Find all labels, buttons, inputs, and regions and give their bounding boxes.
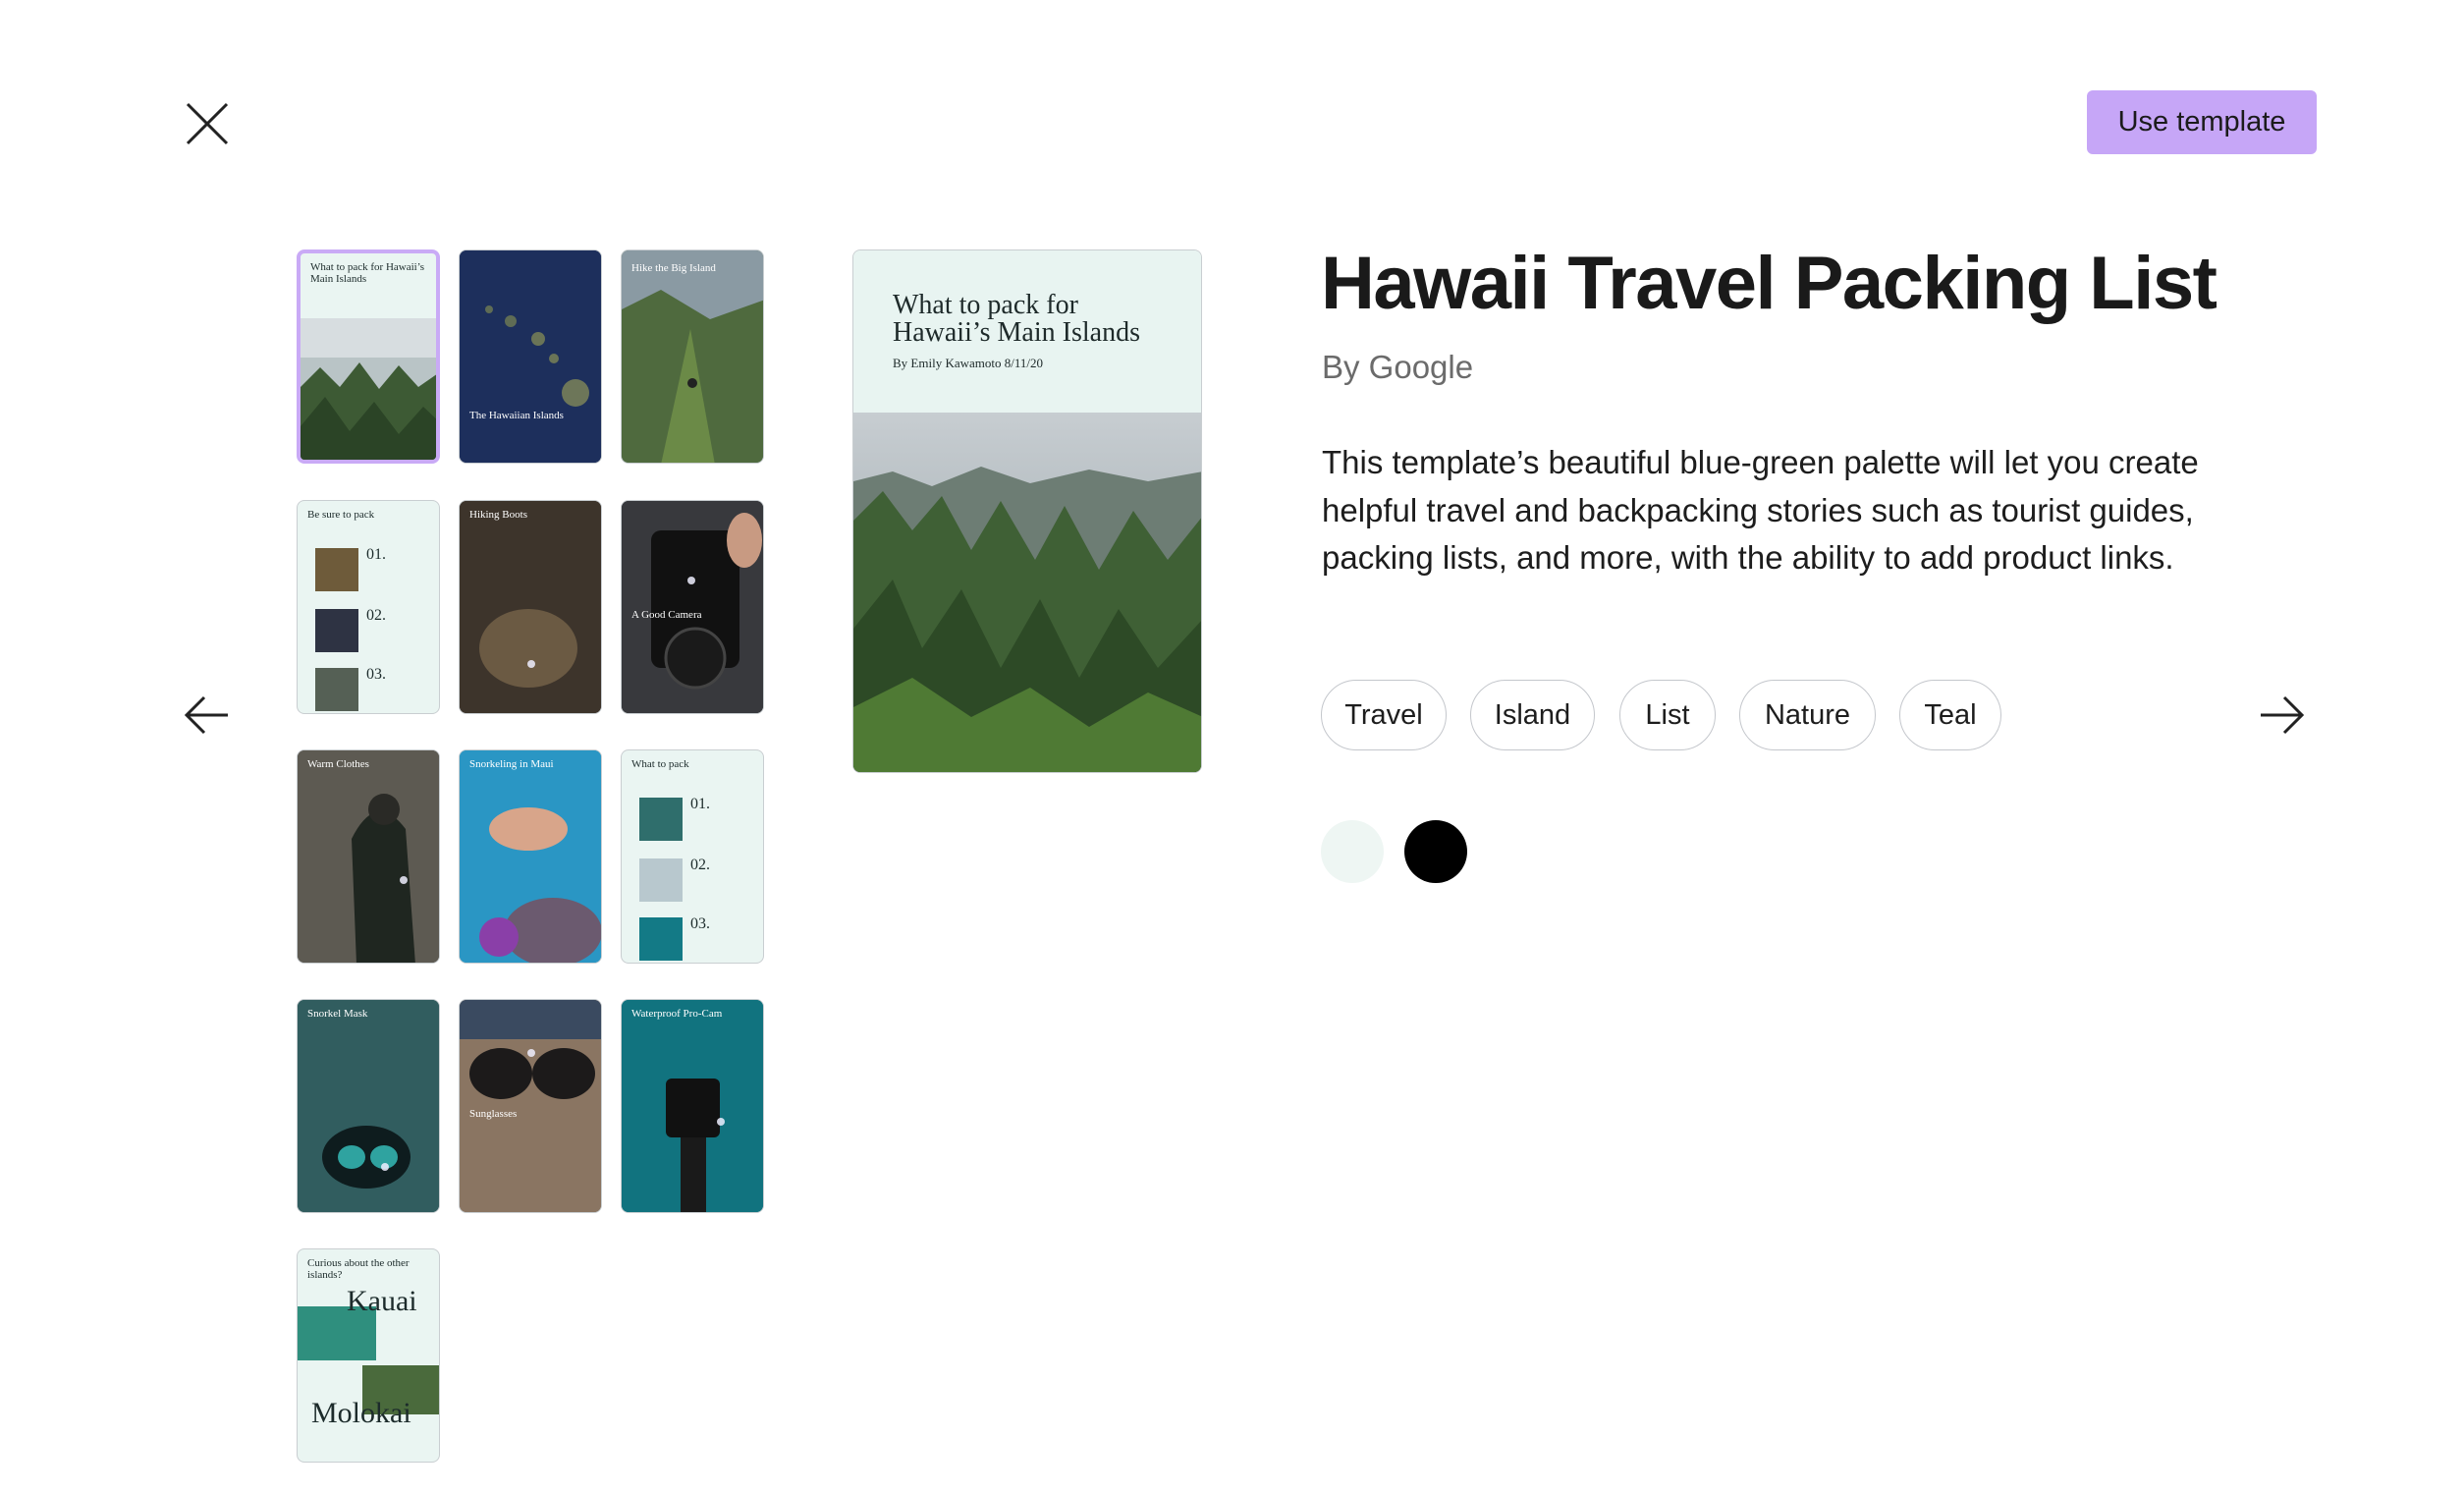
warm-clothes-photo [298, 750, 439, 963]
thumbnail-title: Snorkel Mask [307, 1008, 368, 1020]
camera-photo [622, 501, 763, 713]
list-number: 02. [366, 607, 386, 624]
thumbnail-title: Hiking Boots [469, 509, 527, 521]
close-button[interactable] [182, 98, 233, 149]
tag-island[interactable]: Island [1470, 680, 1595, 750]
clothes-image [315, 668, 358, 711]
mountain-image [301, 318, 436, 460]
sunglasses-photo [460, 1000, 601, 1212]
hiking-ridge-image [622, 250, 763, 463]
thumbnail-page-11[interactable]: Sunglasses [459, 999, 602, 1213]
thumbnail-page-9[interactable]: What to pack 01. 02. 03. [621, 749, 764, 964]
thumbnail-page-3[interactable]: Hike the Big Island [621, 249, 764, 464]
island-name: Kauai [347, 1285, 417, 1317]
next-template-button[interactable] [2257, 690, 2308, 741]
thumbnail-title: What to pack [631, 758, 689, 770]
product-dot[interactable] [527, 1049, 535, 1057]
product-dot[interactable] [400, 876, 408, 884]
thumbnail-title: Snorkeling in Maui [469, 758, 554, 770]
sunglasses-image [639, 858, 683, 902]
thumbnail-page-7[interactable]: Warm Clothes [297, 749, 440, 964]
list-number: 03. [690, 915, 710, 932]
arrow-left-icon [184, 695, 228, 735]
color-swatch-light[interactable] [1321, 820, 1384, 883]
template-preview: What to pack for Hawaii’s Main Islands B… [852, 249, 1202, 773]
island-name: Molokai [311, 1397, 411, 1429]
tag-list[interactable]: List [1619, 680, 1716, 750]
thumbnail-title: Sunglasses [469, 1108, 518, 1120]
thumbnail-page-2[interactable]: The Hawaiian Islands [459, 249, 602, 464]
product-dot[interactable] [381, 1163, 389, 1171]
thumbnail-title: Warm Clothes [307, 758, 369, 770]
tag-nature[interactable]: Nature [1739, 680, 1876, 750]
thumbnail-title: Hike the Big Island [631, 262, 716, 274]
thumbnail-page-5[interactable]: Hiking Boots [459, 500, 602, 714]
thumbnail-page-1[interactable]: What to pack for Hawaii’s Main Islands [297, 249, 440, 464]
snorkeling-photo [460, 750, 601, 963]
thumbnail-page-4[interactable]: Be sure to pack 01. 02. 03. [297, 500, 440, 714]
thumbnail-page-13[interactable]: Curious about the other islands? Kauai M… [297, 1248, 440, 1463]
thumbnail-page-12[interactable]: Waterproof Pro-Cam [621, 999, 764, 1213]
snorkel-mask-image [639, 798, 683, 841]
product-dot[interactable] [687, 577, 695, 584]
camera-image [315, 609, 358, 652]
thumbnail-title: What to pack for Hawaii’s Main Islands [310, 261, 425, 285]
product-dot[interactable] [527, 660, 535, 668]
product-dot[interactable] [717, 1118, 725, 1126]
close-icon [186, 102, 229, 145]
snorkel-mask-photo [298, 1000, 439, 1212]
list-number: 02. [690, 857, 710, 873]
template-description: This template’s beautiful blue-green pal… [1322, 444, 2199, 576]
tag-travel[interactable]: Travel [1321, 680, 1447, 750]
color-swatch-black[interactable] [1404, 820, 1467, 883]
thumbnail-title: Be sure to pack [307, 509, 375, 521]
thumbnail-page-8[interactable]: Snorkeling in Maui [459, 749, 602, 964]
preview-title: What to pack for Hawaii’s Main Islands [893, 290, 1140, 348]
list-number: 03. [366, 666, 386, 683]
thumbnail-page-10[interactable]: Snorkel Mask [297, 999, 440, 1213]
procam-image [639, 917, 683, 961]
preview-mountain-image [853, 413, 1201, 772]
template-title: Hawaii Travel Packing List [1321, 242, 2218, 325]
use-template-button[interactable]: Use template [2087, 90, 2317, 154]
list-number: 01. [366, 546, 386, 563]
procam-photo [622, 1000, 763, 1212]
arrow-right-icon [2261, 695, 2305, 735]
tag-teal[interactable]: Teal [1899, 680, 2001, 750]
island-map-image [460, 250, 601, 463]
thumbnail-title: A Good Camera [631, 609, 702, 621]
preview-byline: By Emily Kawamoto 8/11/20 [893, 356, 1043, 370]
boots-image [315, 548, 358, 591]
thumbnail-title: Waterproof Pro-Cam [631, 1008, 723, 1020]
boots-photo [460, 501, 601, 713]
thumbnail-title: Curious about the other islands? [307, 1257, 410, 1281]
thumbnail-title: The Hawaiian Islands [469, 410, 564, 421]
previous-template-button[interactable] [181, 690, 232, 741]
template-author: By Google [1322, 349, 1474, 385]
thumbnail-page-6[interactable]: A Good Camera [621, 500, 764, 714]
list-number: 01. [690, 796, 710, 812]
